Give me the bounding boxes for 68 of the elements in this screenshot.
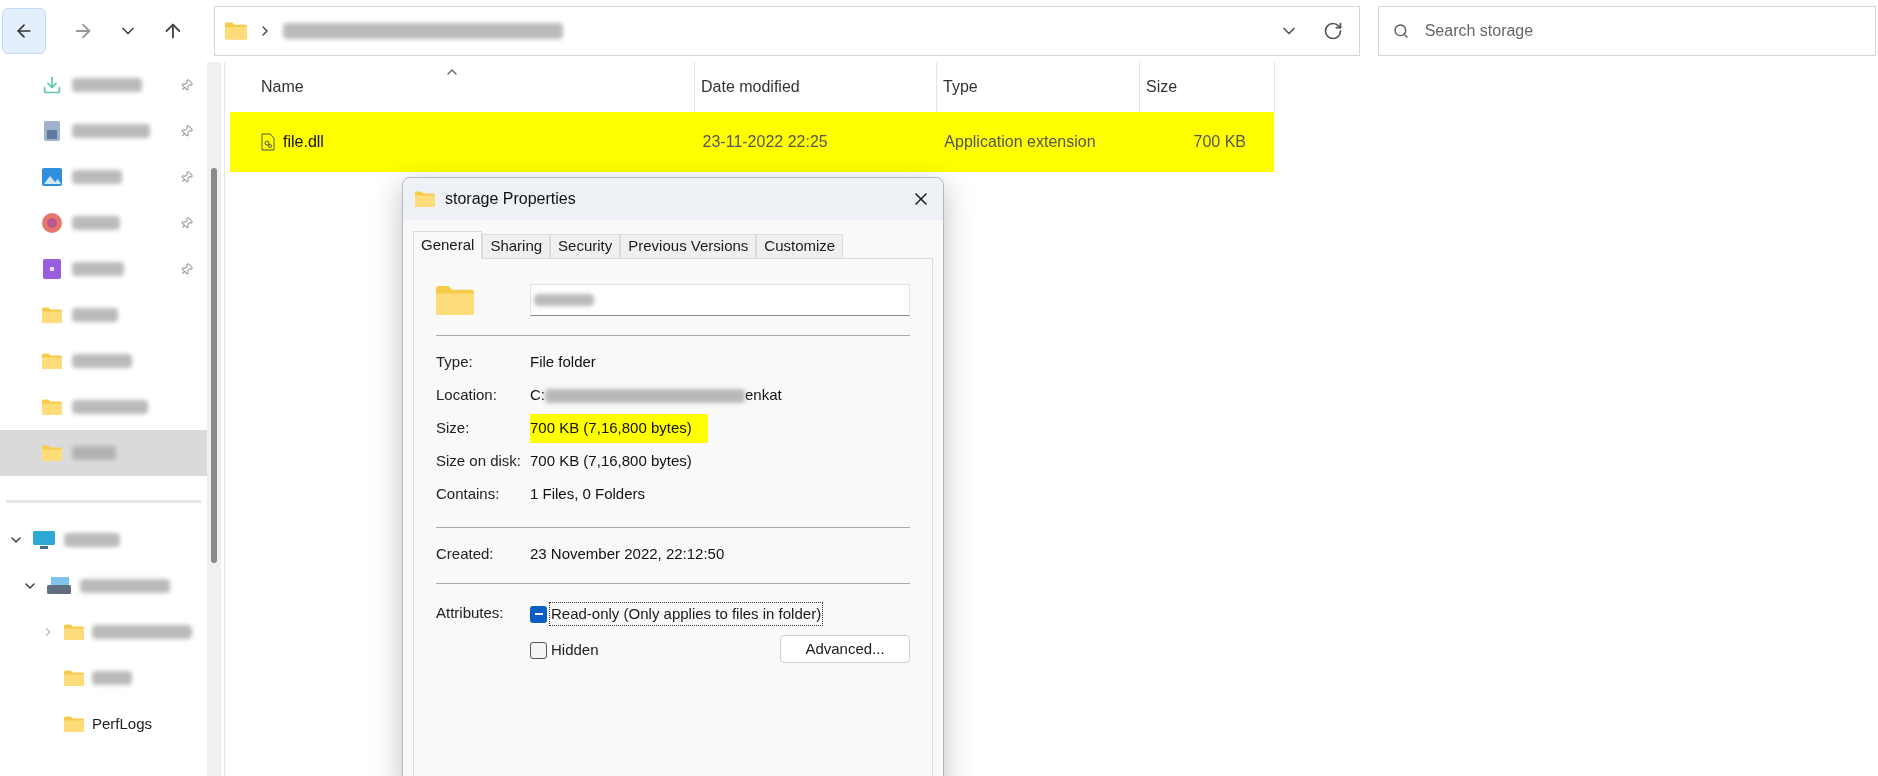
property-value: 23 November 2022, 22:12:50 — [530, 544, 725, 565]
back-button[interactable] — [2, 8, 46, 54]
folder-icon — [415, 191, 435, 207]
file-name: file.dll — [283, 132, 324, 152]
blurred-text — [534, 294, 594, 306]
folder-icon — [64, 670, 84, 686]
file-row[interactable]: file.dll 23-11-2022 22:25 Application extension 700 KB — [230, 112, 1274, 172]
folder-icon — [64, 624, 84, 640]
folder-icon — [42, 307, 62, 323]
tree-item[interactable]: PerfLogs — [0, 701, 207, 747]
date-modified-cell-text: 23-11-2022 22:25 — [701, 132, 829, 152]
tree-item-label: PerfLogs — [92, 713, 153, 734]
property-label: Contains: — [436, 484, 501, 505]
dialog-title: storage Properties — [445, 189, 576, 209]
blurred-text — [92, 671, 132, 685]
blurred-text — [64, 533, 120, 547]
property-label: Size on disk: — [436, 451, 523, 472]
blurred-text — [72, 170, 122, 184]
property-label: Type: — [436, 352, 474, 373]
property-label: Created: — [436, 544, 495, 565]
property-label: Size: — [436, 418, 471, 439]
property-value: enkat — [745, 385, 782, 406]
folder-icon — [42, 445, 62, 461]
size-cell-text: 700 KB — [1192, 132, 1247, 152]
search-input[interactable]: Search storage — [1424, 19, 1861, 43]
dialog-tab[interactable]: Previous Versions — [620, 234, 757, 258]
folder-icon — [224, 22, 247, 40]
folder-icon — [42, 399, 62, 415]
refresh-icon[interactable] — [1322, 21, 1343, 41]
video-icon — [42, 258, 62, 280]
property-value: 1 Files, 0 Folders — [530, 484, 646, 505]
advanced-button[interactable]: Advanced... — [780, 635, 910, 663]
search-icon — [1392, 23, 1409, 39]
property-value: C: — [530, 385, 545, 406]
blurred-text — [72, 216, 120, 230]
document-icon — [43, 120, 61, 142]
checkbox-label[interactable]: Hidden — [550, 638, 600, 662]
checkbox-label[interactable]: Read-only (Only applies to files in folder) — [550, 602, 823, 626]
search-field[interactable]: Search storage — [1377, 6, 1876, 56]
folder-icon — [436, 284, 474, 316]
scrollbar[interactable] — [207, 62, 221, 776]
checkbox[interactable] — [530, 641, 547, 659]
file-gear-icon — [261, 133, 275, 151]
property-value: 700 KB (7,16,800 bytes) — [530, 414, 708, 443]
dialog-tab[interactable]: Customize — [756, 234, 844, 258]
drive-icon — [46, 576, 72, 596]
blurred-text — [72, 446, 116, 460]
checkbox[interactable] — [530, 605, 547, 623]
dialog-tab[interactable]: Sharing — [482, 234, 551, 258]
folder-icon — [64, 716, 84, 732]
picture-icon — [41, 167, 63, 187]
dialog-tab[interactable]: General — [413, 231, 483, 259]
property-label: Location: — [436, 385, 498, 406]
dialog-tab[interactable]: Security — [550, 234, 621, 258]
download-icon — [42, 75, 62, 95]
property-value: File folder — [530, 352, 596, 373]
computer-icon — [32, 530, 56, 550]
blurred-text — [72, 354, 132, 368]
property-value: 700 KB (7,16,800 bytes) — [530, 451, 692, 472]
music-icon — [41, 212, 63, 234]
type-cell-text: Application extension — [943, 132, 1097, 152]
folder-icon — [42, 353, 62, 369]
folder-name-field[interactable] — [530, 284, 910, 316]
attributes-label: Attributes: — [436, 603, 505, 623]
scrollbar-thumb[interactable] — [211, 168, 217, 563]
blurred-text — [72, 78, 142, 92]
blurred-text — [72, 308, 118, 322]
blurred-text — [72, 262, 124, 276]
